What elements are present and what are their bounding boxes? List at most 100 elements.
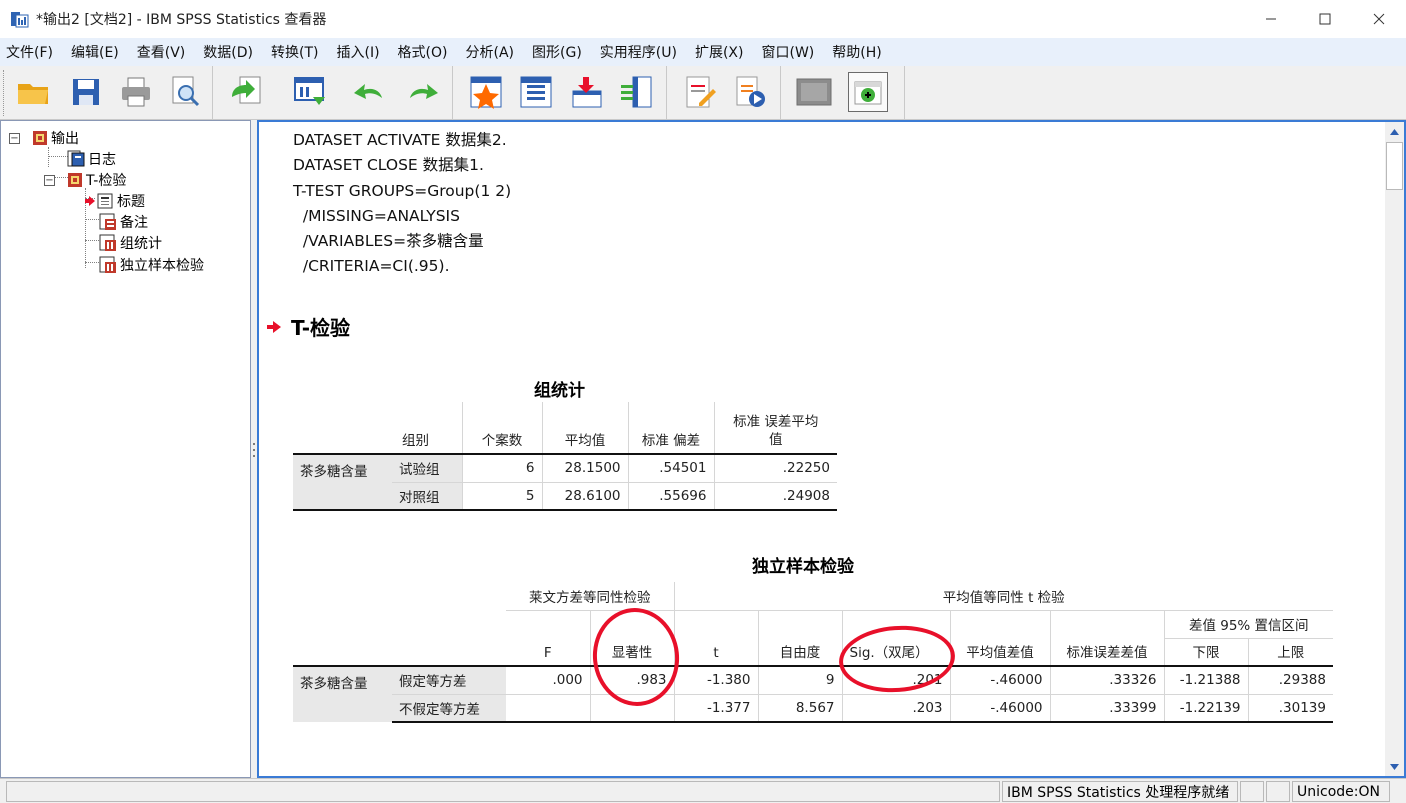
print-button[interactable]: [116, 72, 156, 112]
tree-line: [85, 240, 99, 241]
insert-cases-icon: [572, 77, 602, 108]
indep-test-table[interactable]: 莱文方差等同性检验 平均值等同性 t 检验 差值 95% 置信区间 F 显著性: [293, 582, 1333, 723]
redo-icon: [410, 84, 438, 99]
export-button[interactable]: [226, 72, 266, 112]
save-icon: [73, 79, 99, 105]
header-sd: 标准 偏差: [627, 402, 714, 455]
insert-cases-button[interactable]: [566, 72, 606, 112]
tree-node-ttest[interactable]: − T-检验: [44, 170, 126, 190]
save-button[interactable]: [66, 72, 106, 112]
redo-button[interactable]: [402, 72, 442, 112]
row-group: 试验组: [392, 454, 462, 483]
menu-data[interactable]: 数据(D): [197, 42, 265, 62]
undo-button[interactable]: [350, 72, 390, 112]
promote-button[interactable]: [848, 72, 888, 112]
pivot-table-icon: [99, 234, 116, 251]
menu-utilities[interactable]: 实用程序(U): [594, 42, 689, 62]
tree-label-ttest: T-检验: [86, 173, 127, 189]
status-cell: [1240, 781, 1264, 802]
variables-button[interactable]: [616, 72, 656, 112]
scroll-down-button[interactable]: [1386, 758, 1403, 775]
toolbar-separator: [666, 66, 667, 120]
open-button[interactable]: [14, 72, 54, 112]
tree-node-indep-test[interactable]: 独立样本检验: [99, 255, 204, 275]
header-blank: [673, 610, 758, 638]
text-output-button[interactable]: [680, 72, 720, 112]
cell-F: [506, 694, 590, 723]
menu-window[interactable]: 窗口(W): [755, 42, 826, 62]
spss-app-icon: [11, 12, 29, 28]
menu-analyze[interactable]: 分析(A): [460, 42, 527, 62]
tree-node-log[interactable]: 日志: [67, 149, 116, 169]
close-button[interactable]: [1352, 0, 1406, 38]
run-script-button[interactable]: [730, 72, 770, 112]
log-icon: [67, 150, 85, 167]
cell-se: .22250: [713, 454, 837, 483]
toolbar-separator: [212, 66, 213, 120]
tree-node-output[interactable]: − 输出: [9, 128, 79, 148]
undo-icon: [354, 84, 382, 99]
tree-node-notes[interactable]: 备注: [99, 212, 148, 232]
recall-dialog-button[interactable]: [290, 72, 330, 112]
syntax-line: DATASET ACTIVATE 数据集2.: [293, 131, 507, 149]
print-preview-button[interactable]: [166, 72, 206, 112]
toolbar-separator: [452, 66, 453, 120]
triangle-down-icon: [1390, 763, 1399, 770]
group-stats-title: 组统计: [534, 381, 585, 401]
menu-transform[interactable]: 转换(T): [265, 42, 330, 62]
cell-sig-2tailed: .203: [841, 694, 950, 723]
output-content-pane[interactable]: DATASET ACTIVATE 数据集2. DATASET CLOSE 数据集1…: [257, 120, 1406, 778]
menu-help[interactable]: 帮助(H): [826, 42, 893, 62]
status-processor: IBM SPSS Statistics 处理程序就绪: [1002, 781, 1238, 802]
recall-dialog-icon: [294, 77, 325, 105]
menu-insert[interactable]: 插入(I): [330, 42, 391, 62]
collapse-toggle-icon[interactable]: −: [9, 132, 20, 144]
header-mean-diff: 平均值差值: [949, 638, 1050, 667]
group-stats-table[interactable]: 组别 个案数 平均值 标准 偏差 标准 误差平均值 茶多糖含量 试验组 6 28…: [293, 402, 837, 511]
title-icon: [97, 193, 113, 209]
ttest-book-icon: [68, 173, 82, 187]
vertical-scrollbar[interactable]: [1385, 122, 1404, 776]
menu-extensions[interactable]: 扩展(X): [689, 42, 756, 62]
tree-label-title: 标题: [117, 194, 145, 210]
menu-view[interactable]: 查看(V): [131, 42, 198, 62]
menu-format[interactable]: 格式(O): [392, 42, 460, 62]
menu-file[interactable]: 文件(F): [0, 42, 65, 62]
section-heading[interactable]: T-检验: [267, 312, 350, 341]
scroll-up-button[interactable]: [1386, 123, 1403, 140]
cell-upper: .30139: [1247, 694, 1333, 723]
syntax-line: /CRITERIA=CI(.95).: [293, 257, 450, 276]
toolbar: [0, 66, 1406, 120]
header-blank: [293, 610, 392, 638]
status-bar: IBM SPSS Statistics 处理程序就绪 Unicode:ON: [0, 778, 1406, 803]
maximize-button[interactable]: [1298, 0, 1352, 38]
cell-t: -1.380: [673, 666, 758, 695]
syntax-line: T-TEST GROUPS=Group(1 2): [293, 181, 512, 200]
tree-node-title[interactable]: 标题: [85, 191, 145, 211]
goto-variable-button[interactable]: [516, 72, 556, 112]
tree-node-group-stats[interactable]: 组统计: [99, 233, 162, 253]
pivot-table-icon: [99, 256, 116, 273]
menu-graphs[interactable]: 图形(G): [526, 42, 594, 62]
scroll-thumb[interactable]: [1386, 142, 1403, 190]
header-t: t: [673, 638, 758, 667]
syntax-line: /VARIABLES=茶多糖含量: [293, 232, 484, 251]
cell-df: 8.567: [757, 694, 842, 723]
current-item-arrow-icon: [85, 196, 95, 206]
row-variable: 茶多糖含量: [293, 666, 392, 722]
minimize-button[interactable]: [1244, 0, 1298, 38]
header-df: 自由度: [757, 638, 842, 667]
header-blank: [506, 610, 590, 638]
designate-window-button[interactable]: [794, 72, 834, 112]
tree-label-group-stats: 组统计: [120, 236, 162, 252]
collapse-toggle-icon[interactable]: −: [44, 174, 55, 186]
header-levene: 莱文方差等同性检验: [506, 582, 674, 611]
outline-pane[interactable]: − 输出 日志 − T-检验 标题 备注 组统计 独立样本检验: [0, 120, 251, 778]
menu-edit[interactable]: 编辑(E): [65, 42, 131, 62]
maximize-icon: [1319, 13, 1331, 25]
goto-case-button[interactable]: [466, 72, 506, 112]
header-F: F: [506, 638, 590, 667]
header-blank: [392, 582, 506, 610]
toolbar-grip[interactable]: [3, 70, 7, 116]
header-ci: 差值 95% 置信区间: [1163, 610, 1333, 639]
